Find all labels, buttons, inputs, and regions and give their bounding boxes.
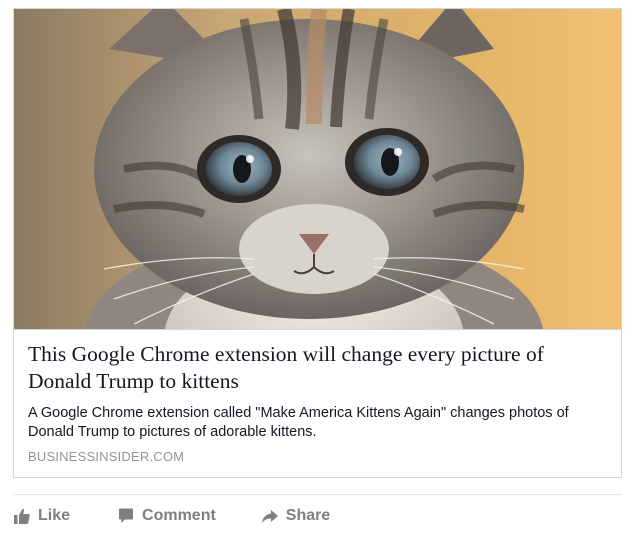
link-summary: A Google Chrome extension called "Make A… [28, 405, 569, 440]
post-actions-bar: Like Comment Share [12, 502, 330, 530]
comment-label: Comment [142, 507, 216, 524]
link-preview-image[interactable] [14, 9, 621, 330]
share-label: Share [285, 507, 331, 524]
link-domain: BUSINESSINSIDER.COM [28, 449, 185, 464]
like-button[interactable]: Like [12, 506, 70, 526]
thumbs-up-icon [12, 506, 32, 526]
link-preview-card[interactable]: This Google Chrome extension will change… [13, 8, 622, 478]
facebook-post: This Google Chrome extension will change… [0, 0, 640, 540]
actions-divider [13, 494, 622, 495]
comment-button[interactable]: Comment [116, 506, 216, 526]
like-label: Like [38, 507, 71, 524]
link-preview-text: This Google Chrome extension will change… [14, 330, 621, 464]
share-arrow-icon [260, 506, 280, 526]
speech-bubble-icon [116, 506, 136, 526]
link-headline[interactable]: This Google Chrome extension will change… [28, 341, 607, 395]
kitten-photo [14, 9, 621, 329]
share-button[interactable]: Share [260, 506, 330, 526]
